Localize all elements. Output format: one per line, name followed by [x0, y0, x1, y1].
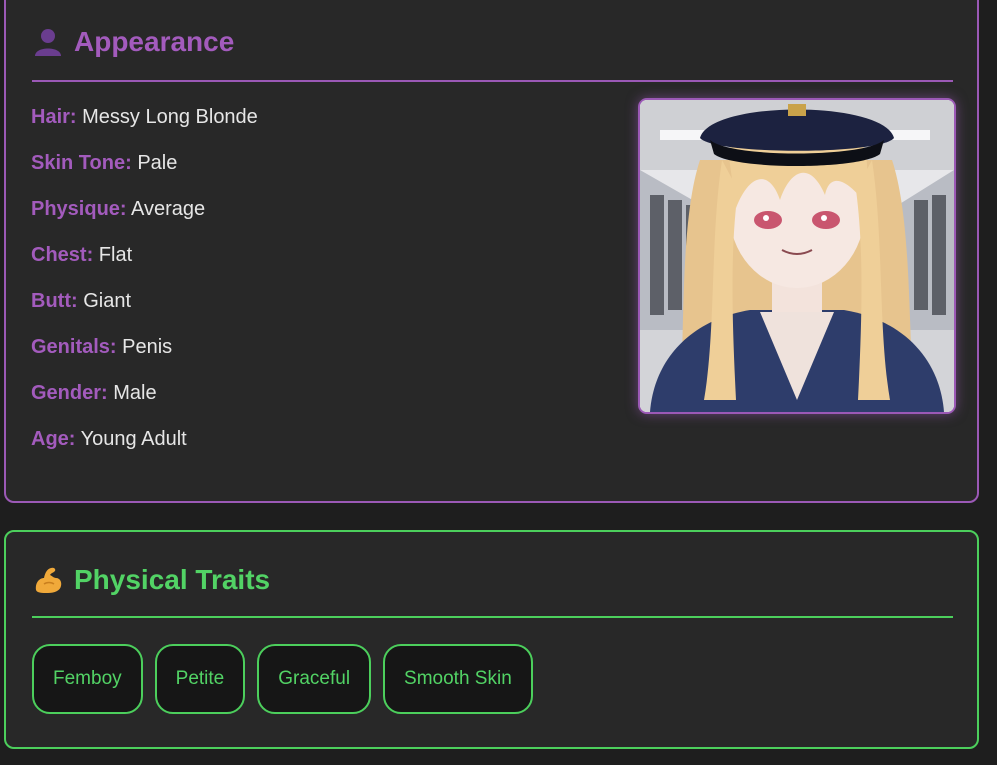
attribute-key: Physique:	[31, 198, 127, 220]
attribute-key: Age:	[31, 428, 76, 450]
attribute-key: Hair:	[31, 106, 77, 128]
attribute-chest: Chest: Flat	[31, 244, 258, 290]
attribute-butt: Butt: Giant	[31, 290, 258, 336]
attribute-value: Male	[113, 382, 157, 404]
attribute-value: Young Adult	[80, 428, 187, 450]
person-icon	[32, 26, 64, 58]
flexed-biceps-icon	[32, 564, 64, 596]
appearance-header: Appearance	[32, 24, 953, 82]
trait-chip-petite[interactable]: Petite	[154, 644, 246, 714]
appearance-attribute-list: Hair: Messy Long Blonde Skin Tone: Pale …	[31, 106, 258, 474]
traits-header: Physical Traits	[32, 562, 953, 618]
attribute-key: Butt:	[31, 290, 78, 312]
attribute-value: Flat	[98, 244, 133, 266]
attribute-value: Giant	[83, 290, 132, 312]
traits-title: Physical Traits	[74, 564, 271, 595]
attribute-physique: Physique: Average	[31, 198, 258, 244]
appearance-title: Appearance	[74, 26, 235, 57]
trait-chip-list: Femboy Petite Graceful Smooth Skin	[32, 644, 533, 714]
attribute-key: Skin Tone:	[31, 152, 132, 174]
attribute-value: Pale	[137, 152, 178, 174]
attribute-age: Age: Young Adult	[31, 428, 258, 474]
trait-chip-smooth-skin[interactable]: Smooth Skin	[383, 644, 533, 714]
attribute-gender: Gender: Male	[31, 382, 258, 428]
physical-traits-card: Physical Traits Femboy Petite Graceful S…	[4, 530, 979, 749]
attribute-key: Chest:	[31, 244, 94, 266]
trait-chip-graceful[interactable]: Graceful	[257, 644, 372, 714]
portrait-illustration	[640, 100, 954, 412]
attribute-genitals: Genitals: Penis	[31, 336, 258, 382]
attribute-value: Messy Long Blonde	[82, 106, 258, 128]
appearance-card: Appearance Hair: Messy Long Blonde Skin …	[4, 0, 979, 503]
attribute-key: Gender:	[31, 382, 108, 404]
attribute-skin-tone: Skin Tone: Pale	[31, 152, 258, 198]
attribute-key: Genitals:	[31, 336, 117, 358]
character-portrait	[638, 98, 956, 414]
attribute-hair: Hair: Messy Long Blonde	[31, 106, 258, 152]
attribute-value: Average	[131, 198, 206, 220]
attribute-value: Penis	[122, 336, 173, 358]
trait-chip-femboy[interactable]: Femboy	[32, 644, 143, 714]
